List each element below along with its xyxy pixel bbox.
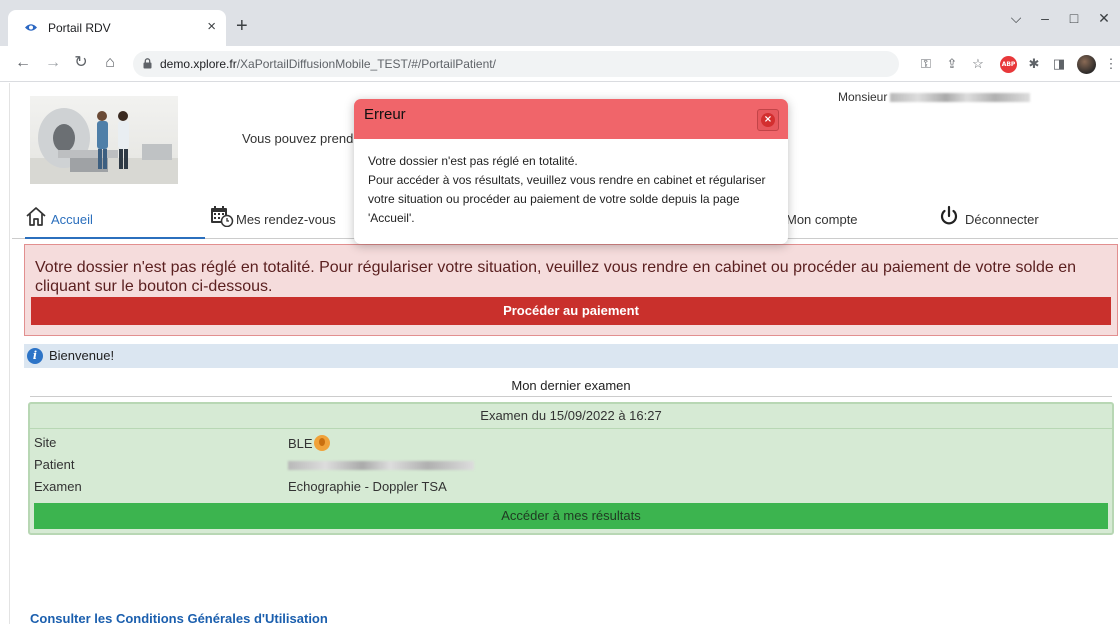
exam-type-value: Echographie - Doppler TSA: [288, 479, 447, 494]
alert-message: Votre dossier n'est pas réglé en totalit…: [35, 259, 1076, 295]
tab-close-icon[interactable]: ×: [207, 18, 216, 36]
reload-button[interactable]: ↻: [72, 54, 90, 72]
nav-deconnecter-label: Déconnecter: [965, 212, 1039, 227]
browser-menu-icon[interactable]: ⋮: [1102, 56, 1120, 72]
patient-label: Patient: [34, 457, 75, 472]
share-icon[interactable]: ⇪: [943, 56, 961, 72]
home-icon: [26, 207, 46, 226]
nav-mes-rendez-vous-label: Mes rendez-vous: [236, 212, 336, 227]
modal-header: Erreur ×: [354, 99, 788, 139]
patient-value: [288, 457, 474, 472]
back-button[interactable]: ←: [14, 54, 32, 72]
nav-deconnecter[interactable]: Déconnecter: [938, 205, 1088, 239]
modal-line-2: Pour accéder à vos résultats, veuillez v…: [368, 173, 766, 225]
site-value-text: BLE: [288, 436, 313, 451]
divider: [30, 396, 1112, 397]
exam-card: Examen du 15/09/2022 à 16:27 Site BLE Pa…: [28, 402, 1114, 535]
adblock-icon[interactable]: ABP: [1000, 56, 1017, 73]
tab-title: Portail RDV: [48, 21, 111, 35]
close-window-button[interactable]: ✕: [1094, 10, 1114, 26]
close-icon: ×: [761, 113, 775, 127]
exam-type-label: Examen: [34, 479, 82, 494]
nav-accueil[interactable]: Accueil: [25, 205, 205, 239]
address-bar[interactable]: demo.xplore.fr/XaPortailDiffusionMobile_…: [133, 51, 899, 77]
modal-body: Votre dossier n'est pas réglé en totalit…: [368, 152, 778, 228]
divider: [30, 428, 1112, 429]
nav-accueil-label: Accueil: [51, 212, 93, 227]
pay-button[interactable]: Procéder au paiement: [31, 297, 1111, 325]
new-tab-button[interactable]: +: [236, 16, 248, 36]
site-value: BLE: [288, 435, 330, 451]
url-path: /XaPortailDiffusionMobile_TEST/#/Portail…: [236, 57, 496, 71]
user-name: Monsieur: [838, 90, 1031, 104]
access-results-button[interactable]: Accéder à mes résultats: [34, 503, 1108, 529]
exam-header: Examen du 15/09/2022 à 16:27: [480, 408, 662, 423]
tab-search-icon[interactable]: ⌵: [1006, 10, 1026, 26]
payment-alert: Votre dossier n'est pas réglé en totalit…: [24, 244, 1118, 336]
mri-illustration: [30, 108, 178, 184]
mri-room-image: [30, 96, 178, 184]
profile-avatar[interactable]: [1077, 55, 1096, 74]
cgu-link[interactable]: Consulter les Conditions Générales d'Uti…: [30, 611, 328, 624]
welcome-banner: i Bienvenue!: [24, 344, 1118, 368]
redacted-name: [890, 93, 1031, 103]
browser-toolbar: ← → ↻ ⌂ demo.xplore.fr/XaPortailDiffusio…: [0, 46, 1120, 82]
map-pin-icon[interactable]: [313, 435, 330, 451]
minimize-button[interactable]: –: [1035, 10, 1055, 26]
nav-mon-compte[interactable]: Mon compte: [786, 205, 886, 239]
key-icon[interactable]: ⚿: [917, 56, 935, 72]
modal-line-1: Votre dossier n'est pas réglé en totalit…: [368, 154, 578, 168]
user-prefix: Monsieur: [838, 90, 888, 104]
forward-button[interactable]: →: [44, 54, 62, 72]
extensions-icon[interactable]: ✱: [1025, 56, 1043, 72]
side-panel-icon[interactable]: ◨: [1050, 56, 1068, 72]
url-host: demo.xplore.fr: [160, 57, 237, 71]
error-modal: Erreur × Votre dossier n'est pas réglé e…: [354, 99, 788, 244]
browser-tab-bar: Portail RDV × + ⌵ – □ ✕: [0, 0, 1120, 46]
header-tagline: Vous pouvez prend: [242, 131, 354, 146]
info-icon: i: [27, 348, 43, 364]
welcome-text: Bienvenue!: [49, 348, 115, 363]
power-icon: [940, 205, 958, 225]
modal-close-button[interactable]: ×: [757, 109, 779, 131]
url-text: demo.xplore.fr/XaPortailDiffusionMobile_…: [160, 57, 496, 71]
home-button[interactable]: ⌂: [101, 54, 119, 72]
star-icon[interactable]: ☆: [969, 56, 987, 72]
favicon-icon: [25, 24, 37, 31]
redacted-patient-name: [288, 461, 474, 471]
page-left-edge: [0, 83, 10, 624]
lock-icon: [143, 58, 152, 69]
modal-title: Erreur: [364, 106, 406, 123]
nav-mon-compte-label: Mon compte: [786, 212, 858, 227]
browser-tab[interactable]: Portail RDV ×: [8, 10, 226, 46]
site-label: Site: [34, 435, 57, 450]
calendar-clock-icon: [211, 206, 234, 227]
maximize-button[interactable]: □: [1064, 10, 1084, 26]
nav-mes-rendez-vous[interactable]: Mes rendez-vous: [210, 205, 360, 239]
last-exam-title: Mon dernier examen: [511, 378, 631, 393]
